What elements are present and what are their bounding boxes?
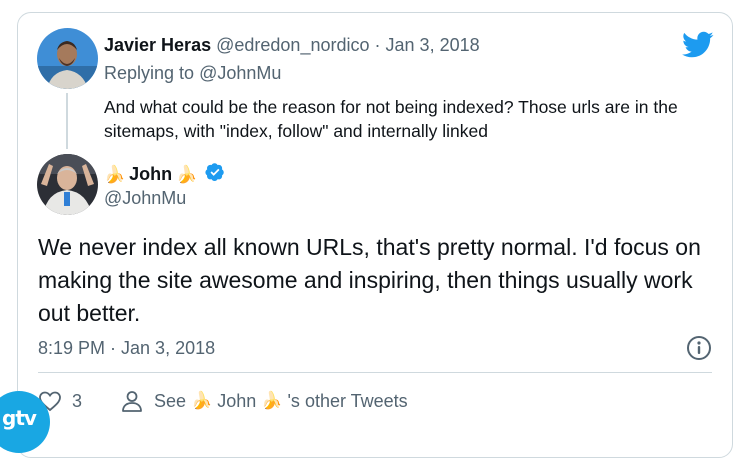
tweet-timestamp[interactable]: 8:19 PM · Jan 3, 2018 [38, 338, 215, 359]
reply-header: Javier Heras @edredon_nordico · Jan 3, 2… [104, 35, 480, 56]
thread-connector [66, 93, 68, 149]
info-icon[interactable] [686, 335, 712, 366]
tweet-card: Javier Heras @edredon_nordico · Jan 3, 2… [17, 12, 733, 458]
see-other-tweets-link[interactable]: See 🍌 John 🍌 's other Tweets [120, 389, 408, 413]
replying-to-label: Replying to [104, 63, 195, 83]
banana-emoji-left: 🍌 [104, 164, 126, 184]
see-suffix: 's other Tweets [287, 390, 408, 411]
replying-to-handle[interactable]: @JohnMu [199, 63, 281, 83]
reply-author-name[interactable]: Javier Heras [104, 35, 211, 55]
see-banana-left: 🍌 [191, 391, 213, 410]
tweet-author-avatar[interactable] [37, 154, 98, 215]
verified-badge-icon [205, 162, 225, 187]
tweet-text: We never index all known URLs, that's pr… [38, 234, 701, 326]
reply-separator: · [374, 35, 381, 55]
banana-emoji-right: 🍌 [176, 164, 198, 184]
see-banana-right: 🍌 [261, 391, 283, 410]
reply-date[interactable]: Jan 3, 2018 [386, 35, 480, 55]
see-name: John [217, 390, 257, 411]
see-prefix: See [154, 390, 187, 411]
replying-to: Replying to @JohnMu [104, 63, 281, 84]
reply-author-handle[interactable]: @edredon_nordico [216, 35, 369, 55]
tweet-author-handle[interactable]: @JohnMu [104, 188, 186, 209]
like-button[interactable]: 3 [38, 390, 120, 412]
tweet-actions: 3 See 🍌 John 🍌 's other Tweets [38, 389, 408, 413]
gtv-logo-text: gtv [2, 406, 37, 430]
tweet-author-name-text: John [129, 164, 173, 184]
divider [38, 372, 712, 373]
like-count: 3 [72, 390, 83, 411]
reply-text: And what could be the reason for not bei… [104, 97, 678, 141]
person-icon [122, 391, 142, 412]
reply-author-avatar[interactable] [37, 28, 98, 89]
tweet-author-name[interactable]: 🍌 John 🍌 [104, 162, 225, 187]
twitter-bird-icon[interactable] [682, 31, 714, 64]
